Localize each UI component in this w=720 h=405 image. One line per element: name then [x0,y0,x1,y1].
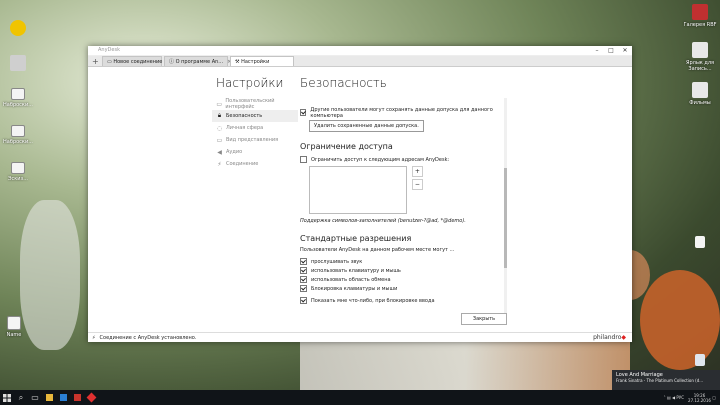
store-icon[interactable] [56,390,70,405]
media-notification[interactable]: Love And Marriage Frank Sinatra - The Pl… [612,370,720,390]
lock-icon: 🔒︎ [217,112,222,119]
sidebar-item-audio[interactable]: ◀ Аудио [212,146,298,158]
image-icon [692,4,708,20]
document-icon [7,316,21,330]
permission-clipboard-checkbox[interactable] [300,276,307,283]
network-icon[interactable]: ▤ [667,395,671,400]
permission-sound[interactable]: прослушивать звук [300,257,502,266]
desktop-icon-app1[interactable] [0,20,38,38]
monitor-icon: ▭ [216,136,223,144]
restrict-access-option[interactable]: Ограничить доступ к следующим адресам An… [300,155,502,164]
notification-subtitle: Frank Sinatra - The Platinum Collection … [616,378,704,383]
close-button[interactable]: Закрыть [461,313,507,325]
explorer-icon[interactable] [42,390,56,405]
language-indicator[interactable]: РУС [676,395,684,400]
anydesk-taskbar-icon[interactable] [84,390,98,405]
wrench-icon: ⚒ [235,58,240,65]
notifications-icon[interactable]: ▢ [712,395,716,400]
volume-icon[interactable]: ◀ [672,395,675,400]
windows-icon [3,393,11,402]
maximize-button[interactable]: □ [604,46,618,55]
philandro-logo: philandro◆ [593,334,626,341]
search-icon[interactable]: ⌕ [14,390,28,405]
monitor-icon: ▭ [107,58,112,65]
permission-keyboard-mouse[interactable]: использовать клавиатуру и мышь [300,266,502,275]
allowed-addresses-list[interactable] [309,166,407,214]
tab-about[interactable]: ⓘ О программе An... × [164,56,231,66]
save-credentials-checkbox[interactable] [300,109,307,116]
plug-icon: ⚡︎ [217,160,222,168]
permissions-intro: Пользователи AnyDesk на данном рабочем м… [300,247,455,253]
new-tab-plus-icon[interactable]: + [92,57,102,66]
file-icon [11,162,25,174]
delete-credentials-button[interactable]: Удалить сохраненные данные допуска. [309,120,424,132]
desktop-icon-shortcut[interactable]: Ярлык для Запись... [680,42,720,72]
sidebar-item-security[interactable]: 🔒︎ Безопасность [212,110,298,122]
recycle-bin-icon[interactable] [680,354,720,368]
sidebar-item-ui[interactable]: ▭ Пользовательский интерфейс [212,98,298,110]
show-lock-checkbox[interactable] [300,297,307,304]
minimize-button[interactable]: – [590,46,604,55]
file-icon [695,236,705,248]
security-panel: Другие пользователи могут сохранять данн… [300,98,502,320]
title-bar[interactable]: AnyDesk – □ ✕ [88,46,632,56]
system-tray: ˄ ▤ ◀ РУС 19:26 27.12.2016 ▢ [664,390,716,405]
desktop-icon-sketch3[interactable]: Эскиз... [0,162,38,182]
status-text: Соединение с AnyDesk установлено. [99,334,197,341]
status-bar: ⚡︎ Соединение с AnyDesk установлено. phi… [88,332,632,342]
chevron-up-icon[interactable]: ˄ [664,395,666,400]
window-title: AnyDesk [98,47,120,53]
save-credentials-option[interactable]: Другие пользователи могут сохранять данн… [300,107,502,119]
film-icon [692,82,708,98]
permission-clipboard[interactable]: использовать область обмена [300,275,502,284]
desktop-icon-app2[interactable] [0,55,38,73]
bubble-icon: ◌ [216,124,223,132]
settings-sidebar: ▭ Пользовательский интерфейс 🔒︎ Безопаснос… [212,98,298,170]
scrollbar-thumb[interactable] [504,168,507,268]
window-icon: ▭ [216,100,223,108]
app-icon [10,55,26,71]
tab-settings[interactable]: ⚒ Настройки [230,56,294,66]
plug-icon: ⚡︎ [92,334,96,341]
settings-heading: Настройки [216,76,284,90]
desktop-icon-gallery[interactable]: Галерея RBF [680,4,720,28]
tab-new-connection[interactable]: ▭ Новое соединение [102,56,162,66]
sidebar-item-display[interactable]: ▭ Вид представления [212,134,298,146]
task-view-icon[interactable]: ▭ [28,390,42,405]
speaker-icon: ◀ [217,148,222,156]
shortcut-icon [692,42,708,58]
browser-icon[interactable] [70,390,84,405]
sidebar-item-connection[interactable]: ⚡︎ Соединение [212,158,298,170]
clock[interactable]: 19:26 27.12.2016 [688,393,711,403]
tab-bar: + ▭ Новое соединение ⓘ О программе An...… [88,56,632,67]
permission-lock-input[interactable]: Блокировка клавиатуры и мыши [300,284,502,293]
security-heading: Безопасность [300,76,387,90]
trash-icon [695,354,705,366]
access-restriction-heading: Ограничение доступа [300,142,393,151]
file-icon [11,125,25,137]
desktop-icon-films[interactable]: Фильмы [680,82,720,106]
desktop-icon-name[interactable]: Name [0,316,34,338]
anydesk-window: AnyDesk – □ ✕ + ▭ Новое соединение ⓘ О п… [88,46,632,342]
info-icon: ⓘ [169,59,175,65]
desktop-icon-sketch2[interactable]: Наброски... [0,125,38,145]
desktop-icon-file[interactable] [680,236,720,250]
default-permissions-heading: Стандартные разрешения [300,234,412,243]
restrict-access-checkbox[interactable] [300,156,307,163]
taskbar: ⌕ ▭ ˄ ▤ ◀ РУС 19:26 27.12.2016 ▢ [0,390,720,405]
permission-lock-input-checkbox[interactable] [300,285,307,292]
show-lock-option[interactable]: Показать мне что-либо, при блокировке вв… [300,296,502,305]
permission-keyboard-mouse-checkbox[interactable] [300,267,307,274]
file-icon [11,88,25,100]
sidebar-item-privacy[interactable]: ◌ Личная сфера [212,122,298,134]
scrollbar[interactable] [504,98,507,320]
desktop-icon-sketch1[interactable]: Наброски... [0,88,38,108]
start-button[interactable] [0,390,14,405]
permission-sound-checkbox[interactable] [300,258,307,265]
remove-address-button[interactable]: − [411,179,423,190]
close-window-button[interactable]: ✕ [618,46,632,55]
wildcard-hint: Поддержка символов-заполнителей (benutze… [300,218,466,224]
add-address-button[interactable]: + [411,166,423,177]
app-icon [10,20,26,36]
